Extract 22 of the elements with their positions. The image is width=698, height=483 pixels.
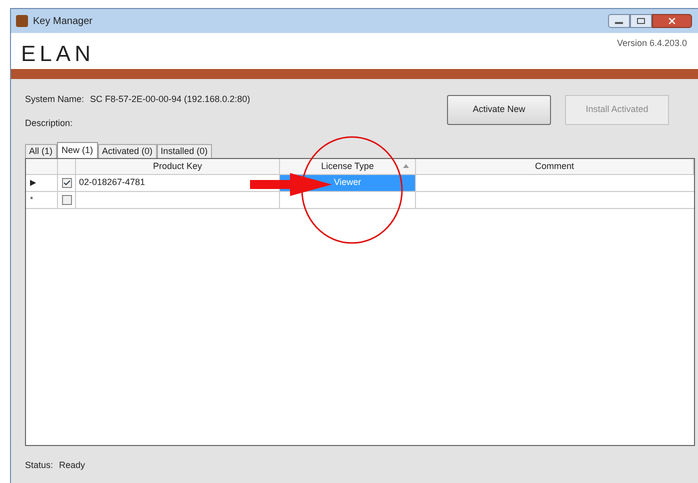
checkbox[interactable] [62,178,72,188]
minimize-button[interactable] [608,14,630,28]
tab[interactable]: All (1) [25,144,57,158]
app-icon [16,15,28,27]
column-header[interactable]: Product Key [76,159,280,174]
close-icon [667,16,677,26]
description-label: Description: [25,116,74,130]
system-name-value: SC F8-57-2E-00-00-94 (192.168.0.2:80) [90,93,250,106]
maximize-button[interactable] [630,14,652,28]
tab[interactable]: Activated (0) [98,144,157,158]
logo: ELAN [21,43,94,65]
checkbox[interactable] [62,195,72,205]
tab[interactable]: New (1) [56,142,98,158]
action-button[interactable]: Activate New [447,95,551,125]
close-button[interactable] [652,14,692,28]
status-value: Ready [59,459,86,472]
window-title: Key Manager [33,14,92,28]
column-header[interactable]: Comment [416,159,694,174]
system-name-label: System Name: [25,93,84,106]
tab[interactable]: Installed (0) [156,144,212,158]
version-text: Version 6.4.203.0 [616,37,687,50]
status-label: Status: [25,459,54,472]
